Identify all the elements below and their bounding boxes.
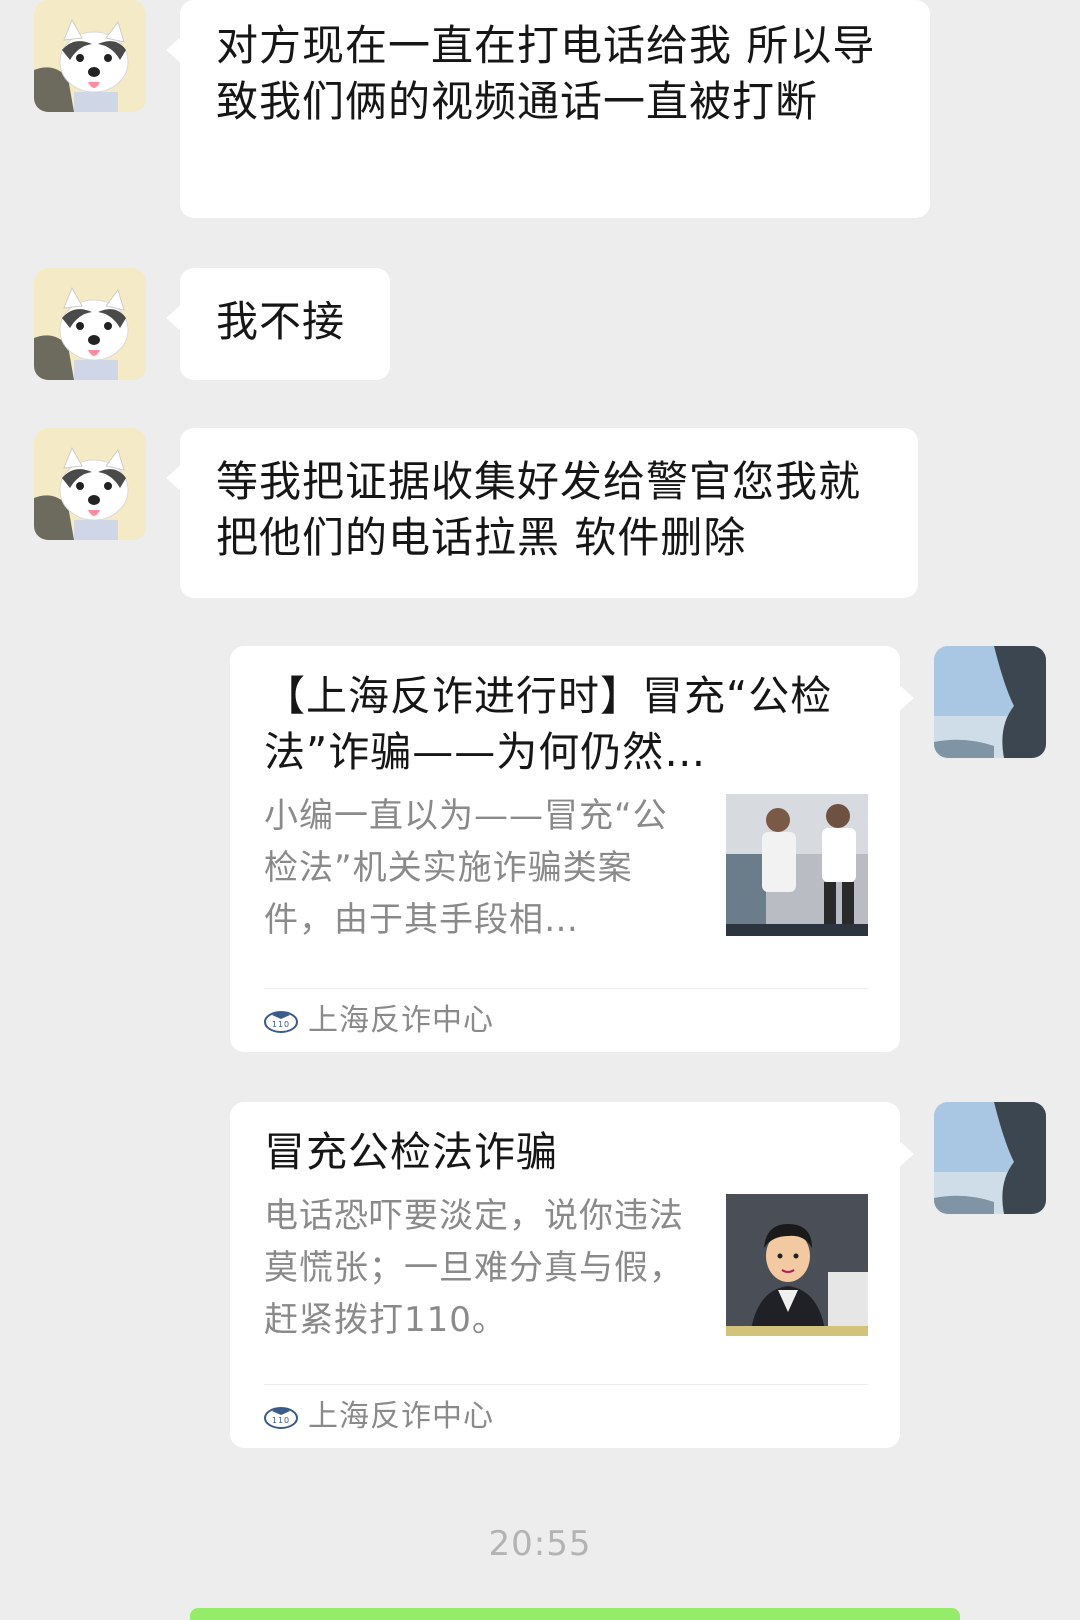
cat-avatar-icon — [34, 268, 146, 380]
message-text: 对方现在一直在打电话给我 所以导致我们俩的视频通话一直被打断 — [216, 21, 876, 126]
mountain-avatar-icon — [934, 646, 1046, 758]
article-body: 小编一直以为——冒充“公检法”机关实施诈骗类案件，由于其手段相… — [264, 790, 868, 940]
user-avatar[interactable] — [934, 1102, 1046, 1214]
article-thumbnail — [726, 1194, 868, 1336]
timestamp: 20:55 — [488, 1524, 592, 1564]
article-source: 110 上海反诈中心 — [264, 1384, 868, 1448]
article-title: 【上海反诈进行时】冒充“公检法”诈骗——为何仍然… — [264, 672, 833, 776]
cartoon-man-thumbnail-icon — [726, 1194, 868, 1336]
police-badge-icon: 110 — [264, 1010, 298, 1033]
contact-avatar[interactable] — [34, 0, 146, 112]
contact-avatar[interactable] — [34, 428, 146, 540]
chat-window: 对方现在一直在打电话给我 所以导致我们俩的视频通话一直被打断 我不接 等我把证据… — [0, 0, 1080, 1620]
mountain-avatar-icon — [934, 1102, 1046, 1214]
message-text: 我不接 — [216, 297, 346, 346]
message-bubble[interactable]: 对方现在一直在打电话给我 所以导致我们俩的视频通话一直被打断 — [166, 0, 930, 218]
article-body: 电话恐吓要淡定，说你违法莫慌张；一旦难分真与假，赶紧拨打110。 — [264, 1190, 868, 1340]
article-card[interactable]: 【上海反诈进行时】冒充“公检法”诈骗——为何仍然… 小编一直以为——冒充“公检法… — [230, 646, 914, 1052]
article-description: 小编一直以为——冒充“公检法”机关实施诈骗类案件，由于其手段相… — [264, 796, 668, 940]
article-source: 110 上海反诈中心 — [264, 988, 868, 1052]
article-title: 冒充公检法诈骗 — [264, 1128, 558, 1176]
user-avatar[interactable] — [934, 646, 1046, 758]
article-thumbnail — [726, 794, 868, 936]
svg-text:110: 110 — [272, 1416, 290, 1425]
source-name: 上海反诈中心 — [308, 1398, 494, 1434]
source-name: 上海反诈中心 — [308, 1002, 494, 1038]
message-bubble[interactable]: 我不接 — [166, 268, 390, 380]
police-badge-icon: 110 — [264, 1406, 298, 1429]
sent-message-bubble-edge — [190, 1608, 960, 1620]
people-photo-thumbnail-icon — [726, 794, 868, 936]
contact-avatar[interactable] — [34, 268, 146, 380]
article-card[interactable]: 冒充公检法诈骗 电话恐吓要淡定，说你违法莫慌张；一旦难分真与假，赶紧拨打110。 — [230, 1102, 914, 1448]
message-text: 等我把证据收集好发给警官您我就把他们的电话拉黑 软件删除 — [216, 457, 862, 562]
message-bubble[interactable]: 等我把证据收集好发给警官您我就把他们的电话拉黑 软件删除 — [166, 428, 918, 598]
cat-avatar-icon — [34, 0, 146, 112]
article-description: 电话恐吓要淡定，说你违法莫慌张；一旦难分真与假，赶紧拨打110。 — [264, 1196, 684, 1340]
cat-avatar-icon — [34, 428, 146, 540]
svg-text:110: 110 — [272, 1020, 290, 1029]
